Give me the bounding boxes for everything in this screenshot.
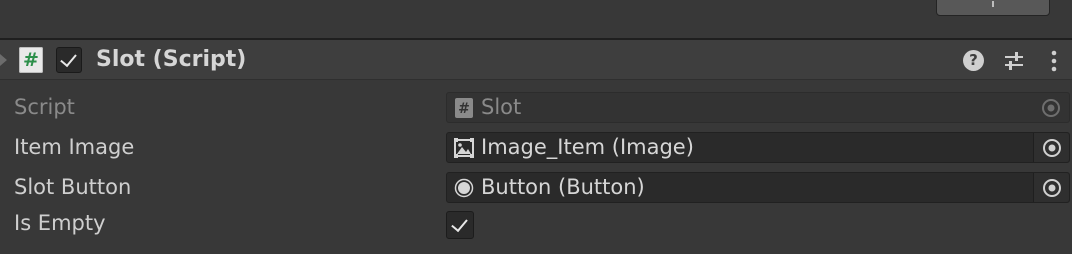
image-icon: [454, 138, 474, 158]
property-label: Script: [14, 95, 75, 119]
property-row-is-empty: Is Empty: [0, 205, 1072, 241]
script-object-field: # Slot: [446, 92, 1070, 123]
csharp-script-icon: #: [19, 47, 43, 73]
component-header[interactable]: # Slot (Script) ?: [0, 40, 1072, 80]
field-value: Button (Button): [481, 175, 645, 199]
object-picker-button[interactable]: [1033, 133, 1069, 162]
target-icon: [1042, 99, 1060, 117]
slot-button-object-field[interactable]: Button (Button): [446, 172, 1070, 203]
add-component-button[interactable]: [936, 0, 1050, 16]
help-icon-glyph: ?: [969, 51, 978, 69]
object-picker-button[interactable]: [1033, 173, 1069, 202]
checkmark-icon: [60, 49, 77, 68]
component-title: Slot (Script): [96, 47, 247, 72]
object-picker-button: [1033, 93, 1069, 122]
property-row-script: Script # Slot: [0, 89, 1072, 125]
svg-text:#: #: [458, 101, 470, 117]
script-icon-glyph: #: [23, 49, 39, 71]
property-label: Item Image: [14, 135, 135, 159]
foldout-arrow-icon[interactable]: [0, 54, 7, 66]
checkmark-icon: [451, 214, 468, 233]
property-label: Slot Button: [14, 175, 132, 199]
component-enabled-checkbox[interactable]: [56, 47, 82, 73]
more-menu-icon[interactable]: [1046, 50, 1062, 72]
previous-component-area: [0, 0, 1072, 38]
field-value: Slot: [481, 95, 522, 119]
property-row-slot-button: Slot Button Button (Button): [0, 169, 1072, 205]
presets-sliders-icon[interactable]: [1003, 50, 1025, 72]
inspector-panel: # Slot (Script) ? Script # Slot Item Ima…: [0, 0, 1072, 254]
button-icon: [454, 178, 474, 198]
help-icon[interactable]: ?: [963, 50, 984, 71]
script-icon: #: [455, 98, 473, 118]
field-value: Image_Item (Image): [481, 135, 694, 159]
target-icon: [1043, 179, 1061, 197]
target-icon: [1043, 139, 1061, 157]
item-image-object-field[interactable]: Image_Item (Image): [446, 132, 1070, 163]
is-empty-checkbox[interactable]: [446, 211, 474, 239]
property-label: Is Empty: [14, 211, 106, 235]
button-edge-mark: [992, 1, 994, 7]
property-row-item-image: Item Image Image_Item (Image): [0, 129, 1072, 165]
